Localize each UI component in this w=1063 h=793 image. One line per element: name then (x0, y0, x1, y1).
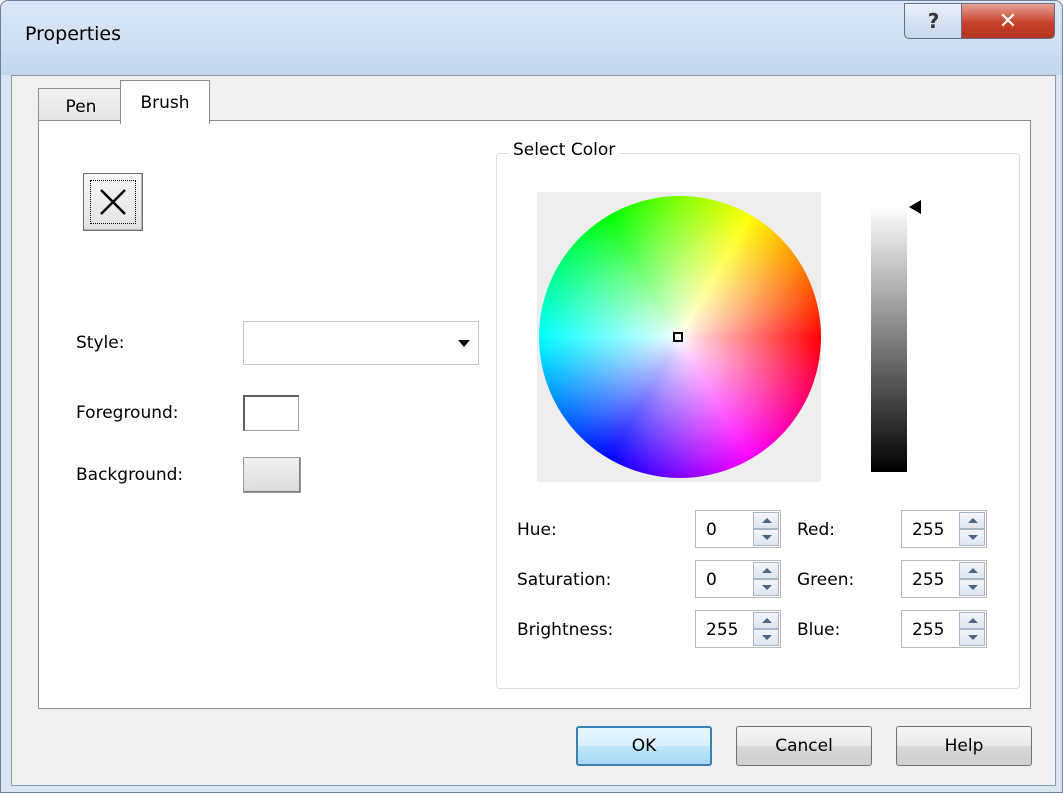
question-mark-icon: ? (927, 9, 940, 33)
style-label: Style: (76, 333, 125, 353)
red-down-arrow-icon[interactable] (959, 529, 985, 546)
red-spinner[interactable]: 255 (901, 510, 987, 548)
close-icon: ✕ (998, 8, 1018, 34)
tab-pen-label: Pen (65, 96, 97, 117)
saturation-down-arrow-icon[interactable] (753, 579, 779, 596)
blue-label: Blue: (797, 620, 841, 640)
hue-up-arrow-icon[interactable] (753, 512, 779, 529)
brightness-up-arrow-icon[interactable] (753, 612, 779, 629)
color-wheel-area (537, 192, 821, 482)
blue-down-arrow-icon[interactable] (959, 629, 985, 646)
green-up-arrow-icon[interactable] (959, 562, 985, 579)
close-button[interactable]: ✕ (961, 3, 1055, 39)
hue-spin-buttons (753, 512, 779, 546)
green-spin-buttons (959, 562, 985, 596)
brightness-spin-buttons (753, 612, 779, 646)
background-label: Background: (76, 465, 184, 485)
hue-spinner[interactable]: 0 (695, 510, 781, 548)
select-color-group: Select Color Hue: 0 Saturation: 0 Bright… (496, 140, 1020, 689)
select-color-title: Select Color (509, 140, 620, 160)
blue-value: 255 (912, 620, 945, 640)
tab-brush[interactable]: Brush (120, 80, 210, 124)
green-spinner[interactable]: 255 (901, 560, 987, 598)
brightness-label: Brightness: (517, 620, 614, 640)
properties-dialog: Properties ? ✕ Pen Brush Style: Foregrou… (0, 0, 1063, 793)
help-button[interactable]: Help (896, 726, 1032, 766)
cancel-button[interactable]: Cancel (736, 726, 872, 766)
saturation-up-arrow-icon[interactable] (753, 562, 779, 579)
hue-down-arrow-icon[interactable] (753, 529, 779, 546)
blue-spin-buttons (959, 612, 985, 646)
saturation-label: Saturation: (517, 570, 612, 590)
saturation-spin-buttons (753, 562, 779, 596)
red-spin-buttons (959, 512, 985, 546)
dialog-client-area: Pen Brush Style: Foreground: Background:… (11, 75, 1056, 786)
brush-tab-panel: Style: Foreground: Background: Select Co… (38, 120, 1031, 709)
help-caption-button[interactable]: ? (904, 3, 962, 39)
green-label: Green: (797, 570, 855, 590)
red-label: Red: (797, 520, 836, 540)
tab-brush-label: Brush (140, 92, 190, 113)
brightness-slider-thumb[interactable] (909, 200, 921, 214)
focus-rect (90, 180, 136, 224)
brush-preview-button[interactable] (83, 173, 143, 231)
color-wheel-selector[interactable] (673, 332, 683, 342)
foreground-color-swatch[interactable] (243, 395, 299, 431)
green-value: 255 (912, 570, 945, 590)
title-bar: Properties ? ✕ (1, 1, 1062, 75)
foreground-label: Foreground: (76, 403, 179, 423)
blue-spinner[interactable]: 255 (901, 610, 987, 648)
hue-value: 0 (706, 520, 717, 540)
green-down-arrow-icon[interactable] (959, 579, 985, 596)
chevron-down-icon (458, 340, 470, 347)
background-color-swatch[interactable] (243, 457, 301, 493)
ok-button[interactable]: OK (576, 726, 712, 766)
red-value: 255 (912, 520, 945, 540)
brightness-slider[interactable] (871, 206, 907, 472)
brightness-down-arrow-icon[interactable] (753, 629, 779, 646)
tab-pen[interactable]: Pen (38, 88, 124, 124)
x-icon (100, 189, 126, 215)
saturation-value: 0 (706, 570, 717, 590)
style-dropdown[interactable] (243, 321, 479, 365)
window-title: Properties (25, 23, 122, 45)
hue-label: Hue: (517, 520, 557, 540)
blue-up-arrow-icon[interactable] (959, 612, 985, 629)
red-up-arrow-icon[interactable] (959, 512, 985, 529)
brightness-value: 255 (706, 620, 739, 640)
brightness-spinner[interactable]: 255 (695, 610, 781, 648)
saturation-spinner[interactable]: 0 (695, 560, 781, 598)
